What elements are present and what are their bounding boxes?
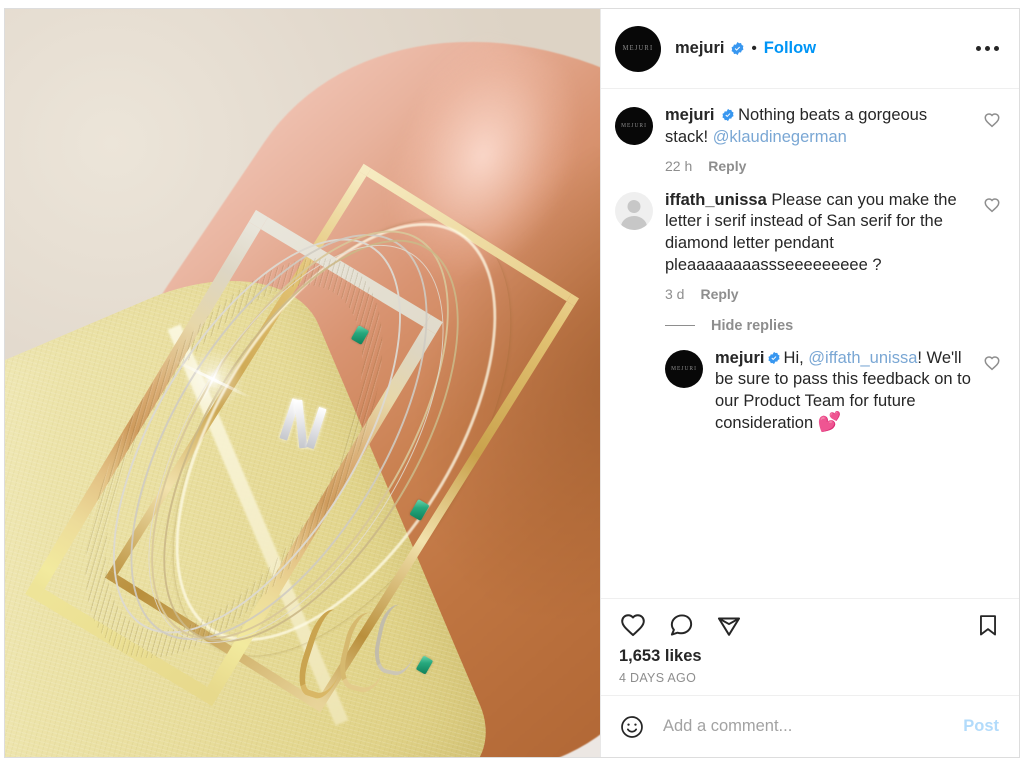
comment-reply-item: MEJURI mejuri Hi, @iffath_unissa! We'll … (665, 348, 1005, 435)
reply-avatar-logo: MEJURI (671, 365, 697, 372)
hide-replies-label: Hide replies (711, 317, 794, 334)
photo-emerald-stone-3 (415, 655, 434, 675)
comment-time: 3 d (665, 285, 685, 302)
heart-outline-icon[interactable] (983, 354, 1005, 377)
verified-badge-icon (721, 107, 735, 122)
caption-body: mejuri Nothing beats a gorgeous stack! @… (665, 105, 973, 149)
reply-body: mejuri Hi, @iffath_unissa! We'll be sure… (715, 348, 973, 435)
bookmark-outline-icon[interactable] (975, 612, 1001, 638)
header-separator: • (751, 40, 757, 57)
comment-main: iffath_unissa Please can you make the le… (665, 190, 973, 302)
comment-body: iffath_unissa Please can you make the le… (665, 190, 973, 277)
add-comment-input[interactable] (661, 716, 962, 737)
hide-replies-toggle[interactable]: Hide replies (665, 318, 1005, 334)
comment-bubble-icon[interactable] (667, 611, 695, 639)
author-avatar-logo: MEJURI (622, 44, 654, 53)
hide-replies-dash-icon (665, 324, 695, 327)
caption-mention[interactable]: @klaudinegerman (713, 128, 847, 146)
post-comment-button[interactable]: Post (961, 713, 1001, 740)
heart-outline-icon[interactable] (983, 196, 1005, 219)
author-avatar[interactable]: MEJURI (615, 25, 661, 72)
comment-reply-button[interactable]: Reply (700, 286, 738, 302)
caption-avatar-logo: MEJURI (621, 122, 647, 130)
post-action-bar: 1,653 likes 4 DAYS AGO (601, 598, 1019, 695)
post-header: MEJURI mejuri • Follow (601, 9, 1019, 89)
two-hearts-emoji: 💕 (817, 411, 842, 433)
reply-mention[interactable]: @iffath_unissa (808, 349, 917, 367)
caption-time: 22 h (665, 157, 693, 174)
photo-sparkle-flare (173, 339, 253, 419)
default-avatar-icon[interactable] (615, 191, 653, 230)
action-icons (619, 611, 1001, 639)
reply-avatar[interactable]: MEJURI (665, 349, 703, 388)
caption-reply-button[interactable]: Reply (708, 158, 746, 174)
comment-item: iffath_unissa Please can you make the le… (615, 190, 1005, 302)
follow-button[interactable]: Follow (764, 39, 816, 58)
comment-meta: 3 d Reply (665, 286, 973, 302)
post-details-pane: MEJURI mejuri • Follow MEJURI mejuri Not… (600, 9, 1019, 757)
post-photo (5, 9, 600, 757)
reply-text-before-mention: Hi, (783, 348, 809, 367)
author-username[interactable]: mejuri (675, 39, 725, 58)
verified-badge-icon (767, 350, 781, 364)
verified-badge-icon (730, 41, 745, 56)
post-header-text: mejuri • Follow (675, 39, 816, 58)
add-comment-bar: Post (601, 695, 1019, 757)
instagram-post-card: MEJURI mejuri • Follow MEJURI mejuri Not… (4, 8, 1020, 758)
emoji-smiley-icon[interactable] (619, 714, 645, 740)
screenshot-root: MEJURI mejuri • Follow MEJURI mejuri Not… (0, 0, 1024, 772)
likes-count[interactable]: 1,653 likes (619, 647, 1001, 666)
caption-main: mejuri Nothing beats a gorgeous stack! @… (665, 105, 973, 174)
reply-username[interactable]: mejuri (715, 349, 765, 367)
heart-outline-icon[interactable] (619, 611, 647, 639)
more-options-icon[interactable] (974, 40, 1001, 57)
photo-jewelry-stack (5, 9, 600, 757)
post-media[interactable] (5, 9, 600, 757)
caption-username[interactable]: mejuri (665, 106, 715, 124)
reply-main: mejuri Hi, @iffath_unissa! We'll be sure… (715, 348, 973, 435)
caption-meta: 22 h Reply (665, 158, 973, 174)
post-caption: MEJURI mejuri Nothing beats a gorgeous s… (615, 105, 1005, 174)
comments-list: MEJURI mejuri Nothing beats a gorgeous s… (601, 89, 1019, 598)
heart-outline-icon[interactable] (983, 111, 1005, 134)
comment-username[interactable]: iffath_unissa (665, 191, 767, 209)
caption-avatar[interactable]: MEJURI (615, 107, 653, 145)
post-timestamp: 4 DAYS AGO (619, 671, 697, 685)
share-paper-plane-icon[interactable] (715, 611, 743, 639)
